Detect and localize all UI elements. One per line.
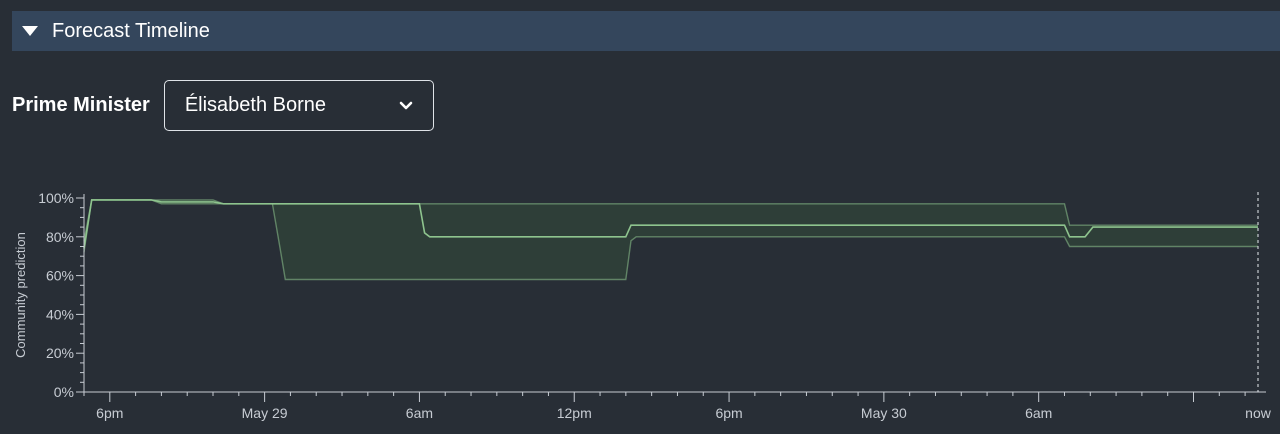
y-tick-label: 40% (46, 306, 74, 322)
y-tick-label: 60% (46, 268, 74, 284)
caret-down-icon (22, 26, 38, 36)
y-tick-label: 80% (46, 229, 74, 245)
confidence-band (84, 199, 1258, 280)
chevron-down-icon (399, 99, 413, 113)
x-tick-label: May 29 (242, 405, 288, 421)
x-tick-label: 12pm (557, 405, 592, 421)
forecast-chart[interactable]: 0% 20% 40% 60% 80% 100% 6pm May 29 6am 12pm 6pm May… (0, 170, 1280, 434)
x-tick-label: now (1245, 405, 1272, 421)
selector-label: Prime Minister (12, 94, 150, 116)
x-tick-label: 6pm (96, 405, 123, 421)
y-tick-label: 100% (38, 190, 74, 206)
y-axis-title: Community prediction (13, 232, 28, 358)
forecast-timeline-header[interactable]: Forecast Timeline (12, 11, 1280, 51)
x-tick-label: 6pm (715, 405, 742, 421)
option-dropdown[interactable]: Élisabeth Borne (163, 80, 434, 131)
y-tick-label: 20% (46, 345, 74, 361)
section-title: Forecast Timeline (52, 19, 210, 42)
x-tick-label: May 30 (861, 405, 907, 421)
option-selector-row: Prime Minister Élisabeth Borne (12, 79, 434, 132)
dropdown-selected-value: Élisabeth Borne (184, 94, 327, 116)
x-tick-label: 6am (406, 405, 433, 421)
y-tick-label: 0% (54, 384, 74, 400)
x-tick-label: 6am (1025, 405, 1052, 421)
